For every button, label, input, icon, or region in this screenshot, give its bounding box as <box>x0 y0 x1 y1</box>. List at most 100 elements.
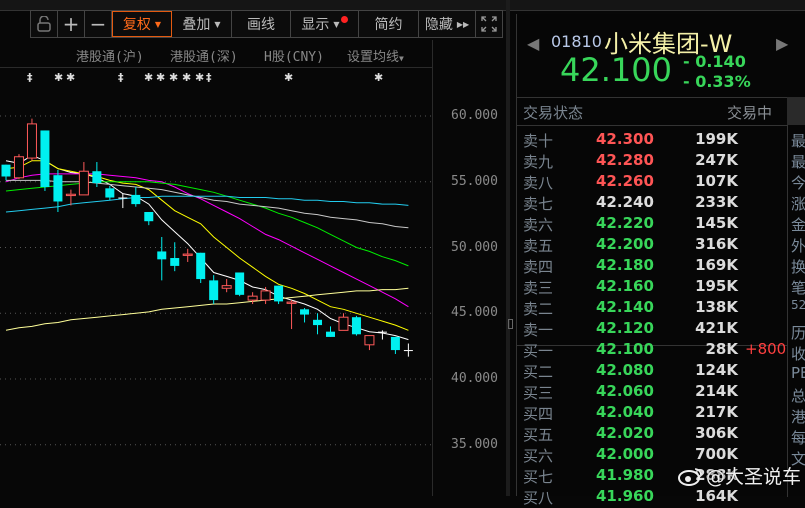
level-label: 卖三 <box>523 279 554 297</box>
ask-row[interactable]: 卖五 42.200 316K <box>523 235 783 256</box>
candle-body <box>170 258 180 266</box>
level-label: 卖四 <box>523 258 554 276</box>
level-price: 42.080 <box>596 361 654 379</box>
divider <box>517 125 787 126</box>
stat-label: 金 <box>791 216 805 234</box>
bid-row[interactable]: 买五 42.020 306K <box>523 424 783 445</box>
level-price: 42.100 <box>596 340 654 358</box>
candle <box>118 193 128 209</box>
bid-row[interactable]: 买三 42.060 214K <box>523 382 783 403</box>
candle <box>13 154 24 180</box>
level-volume: 217K <box>695 403 738 421</box>
watermark: @大圣说车 <box>678 462 801 489</box>
candle-body <box>209 280 219 301</box>
candle <box>65 189 76 206</box>
ask-row[interactable]: 卖二 42.140 138K <box>523 298 783 319</box>
ask-row[interactable]: 卖三 42.160 195K <box>523 277 783 298</box>
stat-label: 今 <box>791 174 805 192</box>
level-volume: 306K <box>695 424 738 442</box>
level-volume: 247K <box>695 151 738 169</box>
trade-status-value: 交易中 <box>727 104 773 122</box>
candle-body <box>182 253 193 256</box>
axis-tick-label: 60.000 <box>451 108 498 123</box>
candle-body <box>390 336 400 351</box>
level-price: 42.000 <box>596 445 654 463</box>
next-stock-arrow-icon[interactable]: ▶ <box>776 34 788 53</box>
candle-body <box>78 170 89 196</box>
level-volume: 138K <box>695 298 738 316</box>
candle <box>390 336 400 355</box>
candle <box>131 187 141 207</box>
price-change-pct: - 0.33% <box>683 72 751 91</box>
ask-row[interactable]: 卖一 42.120 421K <box>523 319 783 340</box>
candle-body <box>157 251 167 260</box>
level-label: 卖九 <box>523 153 554 171</box>
candle <box>40 130 50 191</box>
level-label: 卖八 <box>523 174 554 192</box>
candle <box>196 252 206 284</box>
bid-row[interactable]: 买八 41.960 164K <box>523 487 783 508</box>
level-label: 买三 <box>523 384 554 402</box>
stat-label: 外 <box>791 237 805 255</box>
level-volume: 107K <box>695 172 738 190</box>
candle-body <box>351 317 361 335</box>
ask-row[interactable]: 卖十 42.300 199K <box>523 130 783 151</box>
stats-header <box>787 97 805 125</box>
fullscreen-button[interactable] <box>476 11 502 37</box>
level-price: 42.220 <box>596 214 654 232</box>
ask-row[interactable]: 卖九 42.280 247K <box>523 151 783 172</box>
stat-label: 最 <box>791 132 805 150</box>
candle <box>286 300 297 330</box>
candle <box>403 343 413 357</box>
candle <box>105 185 115 201</box>
level-price: 42.280 <box>596 151 654 169</box>
stock-code: 01810 <box>551 32 602 51</box>
level-price: 42.060 <box>596 382 654 400</box>
candle-body <box>196 252 206 280</box>
level-label: 买六 <box>523 447 554 465</box>
stat-label: 笔 <box>791 279 805 297</box>
prev-stock-arrow-icon[interactable]: ◀ <box>527 34 539 53</box>
bid-row[interactable]: 买四 42.040 217K <box>523 403 783 424</box>
candle <box>26 118 37 161</box>
level-price: 42.240 <box>596 193 654 211</box>
splitter-grip-icon[interactable] <box>508 319 513 329</box>
candle-body <box>300 309 310 315</box>
axis-tick-label: 45.000 <box>451 305 498 321</box>
candle <box>235 272 245 297</box>
ask-row[interactable]: 卖六 42.220 145K <box>523 214 783 235</box>
ask-row[interactable]: 卖七 42.240 233K <box>523 193 783 214</box>
candle-body <box>144 211 154 222</box>
candle <box>182 248 193 262</box>
candle-body <box>92 171 102 184</box>
bid-row[interactable]: 买二 42.080 124K <box>523 361 783 382</box>
level-volume: 195K <box>695 277 738 295</box>
stat-label: 每 <box>791 429 805 447</box>
bid-row[interactable]: 买一 42.100 28K +800 <box>523 340 787 361</box>
level-label: 买四 <box>523 405 554 423</box>
level-label: 买五 <box>523 426 554 444</box>
candle <box>377 330 387 340</box>
level-volume: 169K <box>695 256 738 274</box>
candle-body <box>26 123 37 159</box>
level-label: 卖一 <box>523 321 554 339</box>
panel-splitter[interactable] <box>506 0 510 496</box>
stat-label: 最 <box>791 153 805 171</box>
ask-row[interactable]: 卖四 42.180 169K <box>523 256 783 277</box>
candle-body <box>286 301 297 304</box>
level-volume: 28K <box>705 340 739 358</box>
candle <box>351 315 361 336</box>
level-price: 42.020 <box>596 424 654 442</box>
divider <box>517 97 787 98</box>
level-volume: 700K <box>695 445 738 463</box>
ask-row[interactable]: 卖八 42.260 107K <box>523 172 783 193</box>
level-label: 卖十 <box>523 132 554 150</box>
level-volume: 199K <box>695 130 738 148</box>
axis-tick-label: 50.000 <box>451 239 498 255</box>
level-volume: 164K <box>695 487 738 505</box>
candle-body <box>338 316 349 331</box>
candle-body <box>40 130 50 188</box>
candle <box>221 279 232 293</box>
candle <box>364 335 375 351</box>
volume-change: +800 <box>745 340 787 358</box>
